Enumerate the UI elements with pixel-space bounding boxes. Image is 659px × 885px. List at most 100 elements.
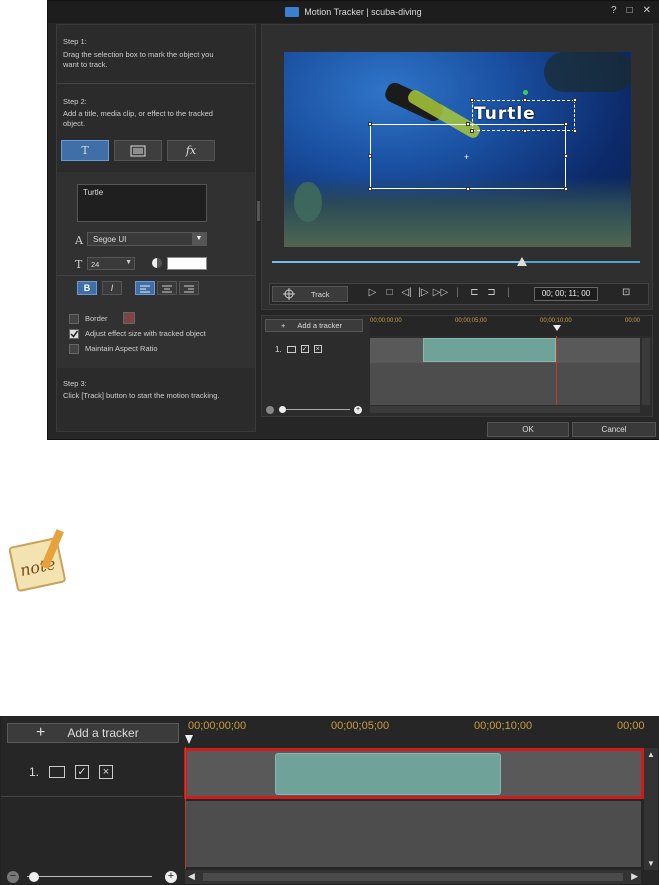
resize-handle[interactable] (466, 122, 470, 126)
font-color-swatch[interactable] (167, 257, 207, 270)
zoom-out-icon[interactable] (266, 406, 274, 414)
scroll-right-icon[interactable]: ▶ (631, 871, 638, 882)
horizontal-scrollbar[interactable] (370, 406, 640, 413)
align-right-button[interactable] (179, 281, 199, 295)
zoom-out-icon[interactable]: − (7, 871, 19, 883)
font-size-select[interactable]: 24 ▼ (87, 257, 135, 270)
resize-handle[interactable] (573, 129, 577, 133)
effect-tab-button[interactable]: fx (167, 140, 215, 161)
zoom-in-icon[interactable]: + (354, 406, 362, 414)
mark-in-icon[interactable]: ⊏ (466, 287, 483, 298)
previous-frame-icon[interactable]: ◁| (398, 287, 415, 298)
empty-lane (370, 363, 640, 405)
tracked-clip[interactable] (423, 338, 556, 362)
film-icon[interactable] (286, 345, 296, 353)
resize-handle[interactable] (523, 98, 527, 102)
bold-button[interactable]: B (77, 281, 97, 295)
resize-handle[interactable] (564, 122, 568, 126)
track-lane[interactable] (370, 338, 640, 363)
zoom-in-icon[interactable]: + (165, 871, 177, 883)
adjust-size-checkbox[interactable] (69, 329, 79, 339)
track-button[interactable]: Track (272, 286, 348, 302)
timecode-display[interactable]: 00; 00; 11; 00 (534, 287, 598, 301)
font-size-value: 24 (91, 260, 100, 269)
horizontal-scrollbar[interactable]: ◀ ▶ (185, 870, 641, 884)
aspect-ratio-checkbox[interactable] (69, 344, 79, 354)
title-overlay-text: Turtle (474, 104, 536, 124)
zoom-thumb[interactable] (29, 872, 39, 882)
remove-icon[interactable]: × (99, 765, 114, 779)
timeline-ruler[interactable]: 00;00;00;00 00;00;05;00 00;00;10;00 00;0… (185, 717, 659, 747)
cancel-button[interactable]: Cancel (572, 422, 656, 437)
track-header: 1. ✓ × (265, 338, 368, 360)
border-checkbox[interactable] (69, 314, 79, 324)
rotate-handle[interactable] (523, 90, 528, 95)
snapshot-icon[interactable]: ⊡ (622, 287, 630, 298)
zoom-slider[interactable]: + (266, 405, 362, 415)
maximize-button[interactable]: □ (627, 5, 633, 16)
step1-text: Drag the selection box to mark the objec… (63, 50, 214, 69)
add-tracker-button[interactable]: + Add a tracker (265, 319, 363, 332)
resize-handle[interactable] (368, 154, 372, 158)
check-icon[interactable]: ✓ (300, 345, 309, 353)
resize-handle[interactable] (564, 187, 568, 191)
scroll-down-icon[interactable]: ▼ (647, 859, 655, 868)
italic-button[interactable]: I (102, 281, 122, 295)
border-color-swatch[interactable] (123, 312, 135, 324)
separator: | (507, 287, 510, 298)
resize-handle[interactable] (368, 187, 372, 191)
add-tracker-button[interactable]: + Add a tracker (7, 723, 179, 743)
scroll-thumb[interactable] (203, 873, 623, 881)
ok-button[interactable]: OK (487, 422, 569, 437)
ruler-label: 00;00;05;00 (455, 318, 487, 324)
play-icon[interactable]: ▷ (364, 287, 381, 298)
chevron-down-icon: ▼ (125, 259, 132, 266)
vertical-scrollbar[interactable] (642, 338, 650, 405)
divider (57, 83, 255, 84)
resize-handle[interactable] (470, 98, 474, 102)
next-frame-icon[interactable]: |▷ (415, 287, 432, 298)
scroll-up-icon[interactable]: ▲ (647, 750, 655, 759)
remove-icon[interactable]: × (313, 345, 322, 353)
zoom-thumb[interactable] (279, 406, 286, 413)
font-size-icon: T (75, 258, 83, 271)
fast-forward-icon[interactable]: ▷▷ (432, 287, 449, 298)
mark-out-icon[interactable]: ⊐ (483, 287, 500, 298)
app-icon (285, 7, 300, 17)
media-tab-button[interactable] (114, 140, 162, 161)
vertical-scrollbar[interactable]: ▲ ▼ (644, 748, 658, 870)
seek-bar[interactable] (272, 257, 640, 266)
preview-panel: Turtle + Track ▷ □ ◁| |▷ ▷▷ | ⊏ ⊐ | 00; … (261, 24, 653, 310)
seek-thumb[interactable] (517, 257, 528, 266)
ruler-label: 00;00 (617, 720, 645, 732)
resize-handle[interactable] (368, 122, 372, 126)
ruler-label: 00;00;10;00 (540, 318, 572, 324)
panel-splitter[interactable] (257, 201, 260, 221)
ruler-label: 00;00;05;00 (331, 720, 390, 732)
resize-handle[interactable] (564, 154, 568, 158)
timeline-ruler[interactable]: 00;00;00;00 00;00;05;00 00;00;10;00 00;0… (370, 316, 652, 336)
plus-icon: + (281, 321, 286, 330)
chevron-down-icon: ▼ (192, 233, 206, 245)
playhead-marker[interactable] (553, 325, 561, 331)
scroll-left-icon[interactable]: ◀ (188, 871, 195, 882)
align-center-button[interactable] (157, 281, 177, 295)
align-left-button[interactable] (135, 281, 155, 295)
stop-icon[interactable]: □ (381, 287, 398, 298)
zoom-slider[interactable]: − + (7, 870, 179, 884)
step3-text: Click [Track] button to start the motion… (63, 391, 220, 400)
check-icon[interactable]: ✓ (75, 765, 90, 779)
film-icon[interactable] (49, 766, 66, 778)
help-button[interactable]: ? (611, 5, 617, 16)
resize-handle[interactable] (466, 187, 470, 191)
playhead-marker[interactable] (185, 735, 193, 744)
title-tab-button[interactable]: T (61, 140, 109, 161)
resize-handle[interactable] (573, 98, 577, 102)
crosshair-icon: + (464, 152, 470, 162)
video-preview[interactable]: Turtle + (284, 52, 631, 247)
title-text-input[interactable]: Turtle (77, 184, 207, 222)
close-button[interactable]: ✕ (643, 5, 651, 16)
font-select[interactable]: Segoe UI ▼ (87, 232, 207, 246)
color-icon (152, 258, 162, 268)
aspect-ratio-label: Maintain Aspect Ratio (85, 344, 158, 353)
